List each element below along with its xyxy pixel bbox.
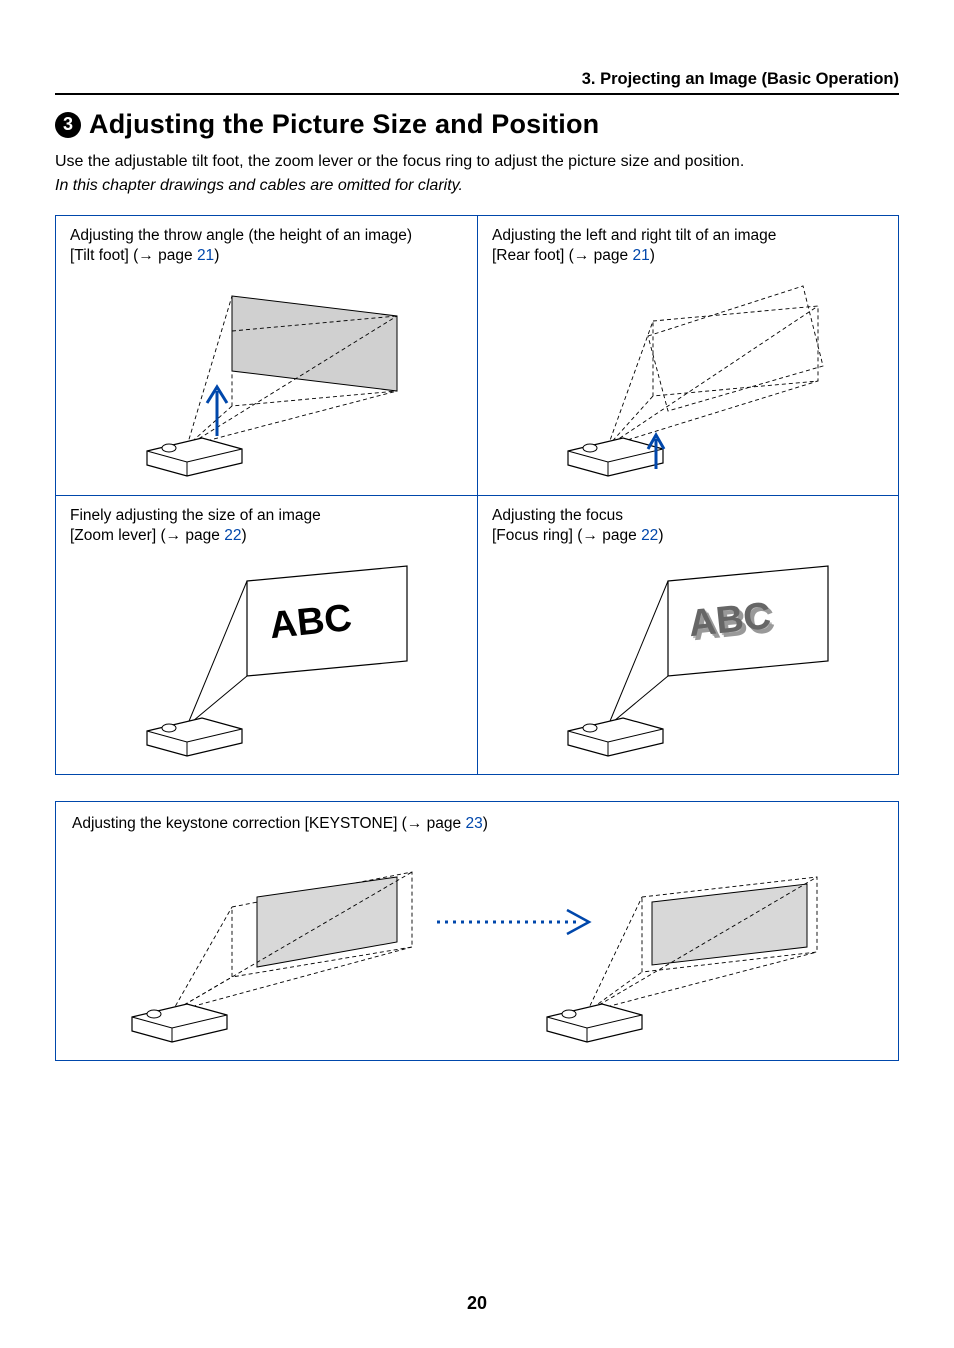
- section-number-bullet: 3: [55, 112, 81, 138]
- page-link[interactable]: 21: [632, 247, 649, 264]
- page-number: 20: [0, 1293, 954, 1314]
- cell-focus: Adjusting the focus [Focus ring] (→ page…: [477, 495, 898, 774]
- cell-zoom: Finely adjusting the size of an image [Z…: [56, 495, 477, 774]
- cell-title: Adjusting the throw angle (the height of…: [70, 226, 463, 247]
- keystone-box: Adjusting the keystone correction [KEYST…: [55, 801, 899, 1061]
- section-heading: 3 Adjusting the Picture Size and Positio…: [55, 109, 899, 140]
- intro-text: Use the adjustable tilt foot, the zoom l…: [55, 150, 899, 173]
- illustration-rear: [492, 265, 884, 487]
- cell-title: Adjusting the focus: [492, 506, 884, 527]
- svg-text:ABC: ABC: [267, 597, 353, 647]
- cell-subtitle: [Focus ring] (→ page 22): [492, 527, 884, 545]
- page-link[interactable]: 23: [465, 815, 482, 832]
- cell-subtitle: [Rear foot] (→ page 21): [492, 247, 884, 265]
- illustration-zoom: ABC: [70, 545, 463, 766]
- svg-text:ABC: ABC: [687, 595, 773, 645]
- cell-subtitle: [Zoom lever] (→ page 22): [70, 527, 463, 545]
- intro-italic: In this chapter drawings and cables are …: [55, 177, 899, 195]
- section-title-text: Adjusting the Picture Size and Position: [89, 109, 599, 140]
- page-link[interactable]: 21: [197, 247, 214, 264]
- adjustment-grid: Adjusting the throw angle (the height of…: [55, 215, 899, 775]
- page-link[interactable]: 22: [641, 527, 658, 544]
- chapter-header: 3. Projecting an Image (Basic Operation): [55, 70, 899, 95]
- illustration-keystone: [72, 835, 882, 1048]
- cell-title: Finely adjusting the size of an image: [70, 506, 463, 527]
- cell-rear-foot: Adjusting the left and right tilt of an …: [477, 216, 898, 495]
- page-link[interactable]: 22: [224, 527, 241, 544]
- illustration-tilt: [70, 265, 463, 487]
- illustration-focus: ABC ABC ABC: [492, 545, 884, 766]
- cell-tilt-foot: Adjusting the throw angle (the height of…: [56, 216, 477, 495]
- keystone-title: Adjusting the keystone correction [KEYST…: [72, 814, 882, 835]
- cell-title: Adjusting the left and right tilt of an …: [492, 226, 884, 247]
- cell-subtitle: [Tilt foot] (→ page 21): [70, 247, 463, 265]
